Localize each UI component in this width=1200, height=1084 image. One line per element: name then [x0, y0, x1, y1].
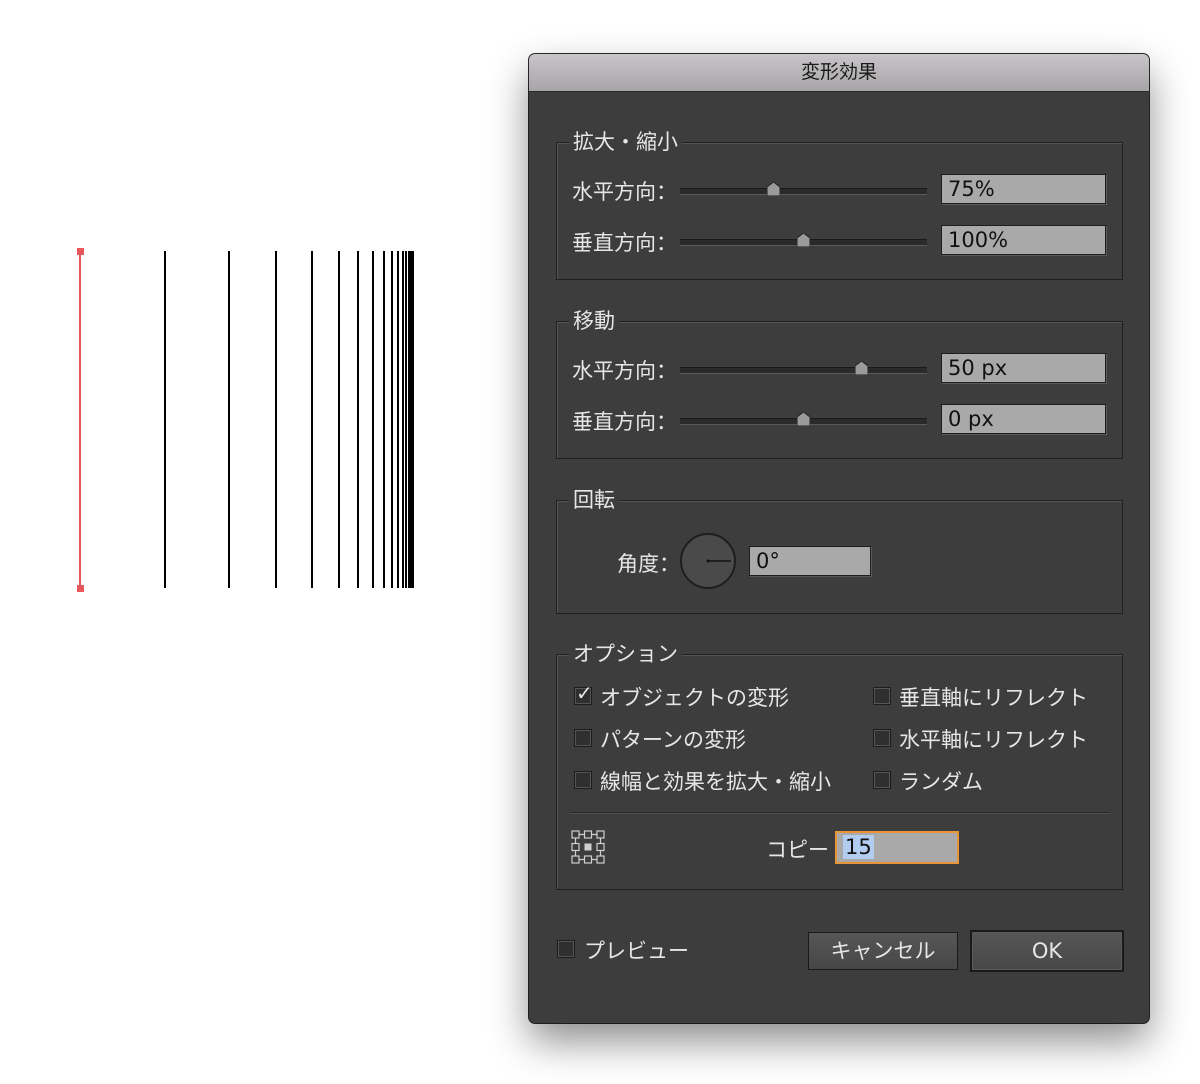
copies-label: コピー: [766, 838, 829, 862]
scale-horizontal-slider[interactable]: [680, 182, 927, 196]
copy-line: [311, 251, 313, 588]
scale-group-label: 拡大・縮小: [569, 126, 682, 156]
move-group: 移動 水平方向： 50 px 垂直方向： 0 px: [556, 305, 1123, 459]
slider-thumb-icon[interactable]: [797, 233, 810, 247]
dialog-title[interactable]: 変形効果: [529, 54, 1149, 92]
random-checkbox[interactable]: [873, 771, 891, 789]
reference-point-icon[interactable]: [571, 830, 605, 864]
scale-group: 拡大・縮小 水平方向： 75% 垂直方向： 100%: [556, 126, 1123, 280]
move-vertical-slider[interactable]: [680, 412, 927, 426]
transform-objects-label[interactable]: オブジェクトの変形: [600, 682, 789, 712]
rotate-group: 回転 角度： 0°: [556, 484, 1123, 614]
options-divider: [571, 812, 1109, 814]
scale-vertical-input[interactable]: 100%: [941, 225, 1106, 255]
options-group: オプション ✓ オブジェクトの変形 パターンの変形 線幅と効果を拡大・縮小 垂直…: [556, 638, 1123, 890]
transform-patterns-checkbox[interactable]: [574, 729, 592, 747]
options-group-label: オプション: [569, 638, 682, 668]
move-group-label: 移動: [569, 305, 619, 335]
copy-line: [357, 251, 359, 588]
scale-strokes-label[interactable]: 線幅と効果を拡大・縮小: [600, 766, 831, 796]
copy-line: [228, 251, 230, 588]
move-vertical-input[interactable]: 0 px: [941, 404, 1106, 434]
ok-button[interactable]: OK: [970, 930, 1124, 972]
copy-line: [397, 251, 399, 588]
scale-vertical-label: 垂直方向：: [572, 231, 677, 255]
reflect-y-checkbox[interactable]: [873, 729, 891, 747]
move-horizontal-slider[interactable]: [680, 361, 927, 375]
move-vertical-label: 垂直方向：: [572, 410, 677, 434]
selected-path[interactable]: [79, 251, 81, 588]
copy-line: [383, 251, 385, 588]
move-horizontal-input[interactable]: 50 px: [941, 353, 1106, 383]
scale-horizontal-input[interactable]: 75%: [941, 174, 1106, 204]
checkmark-icon: ✓: [576, 681, 593, 705]
copies-input-value: 15: [843, 835, 874, 859]
copy-line: [405, 251, 407, 588]
artboard: [0, 0, 520, 1084]
angle-input[interactable]: 0°: [749, 546, 871, 576]
transform-objects-checkbox[interactable]: ✓: [574, 683, 593, 705]
reflect-x-checkbox[interactable]: [873, 687, 891, 705]
cancel-button[interactable]: キャンセル: [808, 932, 958, 970]
rotate-group-label: 回転: [569, 484, 619, 514]
random-label[interactable]: ランダム: [899, 766, 983, 796]
slider-thumb-icon[interactable]: [767, 182, 780, 196]
transform-effect-dialog: 変形効果 拡大・縮小 水平方向： 75% 垂直方向： 100% 移動 水平方向：…: [529, 54, 1149, 1023]
scale-strokes-checkbox[interactable]: [574, 771, 592, 789]
move-horizontal-label: 水平方向：: [572, 359, 677, 383]
slider-thumb-icon[interactable]: [797, 412, 810, 426]
reflect-y-label[interactable]: 水平軸にリフレクト: [899, 724, 1088, 754]
copy-line: [164, 251, 166, 588]
transform-patterns-label[interactable]: パターンの変形: [600, 724, 746, 754]
preview-label[interactable]: プレビュー: [584, 935, 689, 965]
slider-thumb-icon[interactable]: [855, 361, 868, 375]
copies-input[interactable]: 15: [835, 831, 959, 864]
copy-line: [412, 251, 414, 588]
copy-line: [402, 251, 404, 588]
copy-line: [338, 251, 340, 588]
copy-line: [275, 251, 277, 588]
scale-vertical-slider[interactable]: [680, 233, 927, 247]
preview-checkbox[interactable]: [557, 940, 575, 958]
reflect-x-label[interactable]: 垂直軸にリフレクト: [899, 682, 1088, 712]
angle-label: 角度：: [617, 552, 680, 576]
scale-horizontal-label: 水平方向：: [572, 180, 677, 204]
selection-anchor-bottom[interactable]: [77, 585, 84, 592]
copy-line: [372, 251, 374, 588]
angle-dial-icon[interactable]: [679, 532, 737, 590]
selection-anchor-top[interactable]: [77, 248, 84, 255]
copy-line: [391, 251, 393, 588]
